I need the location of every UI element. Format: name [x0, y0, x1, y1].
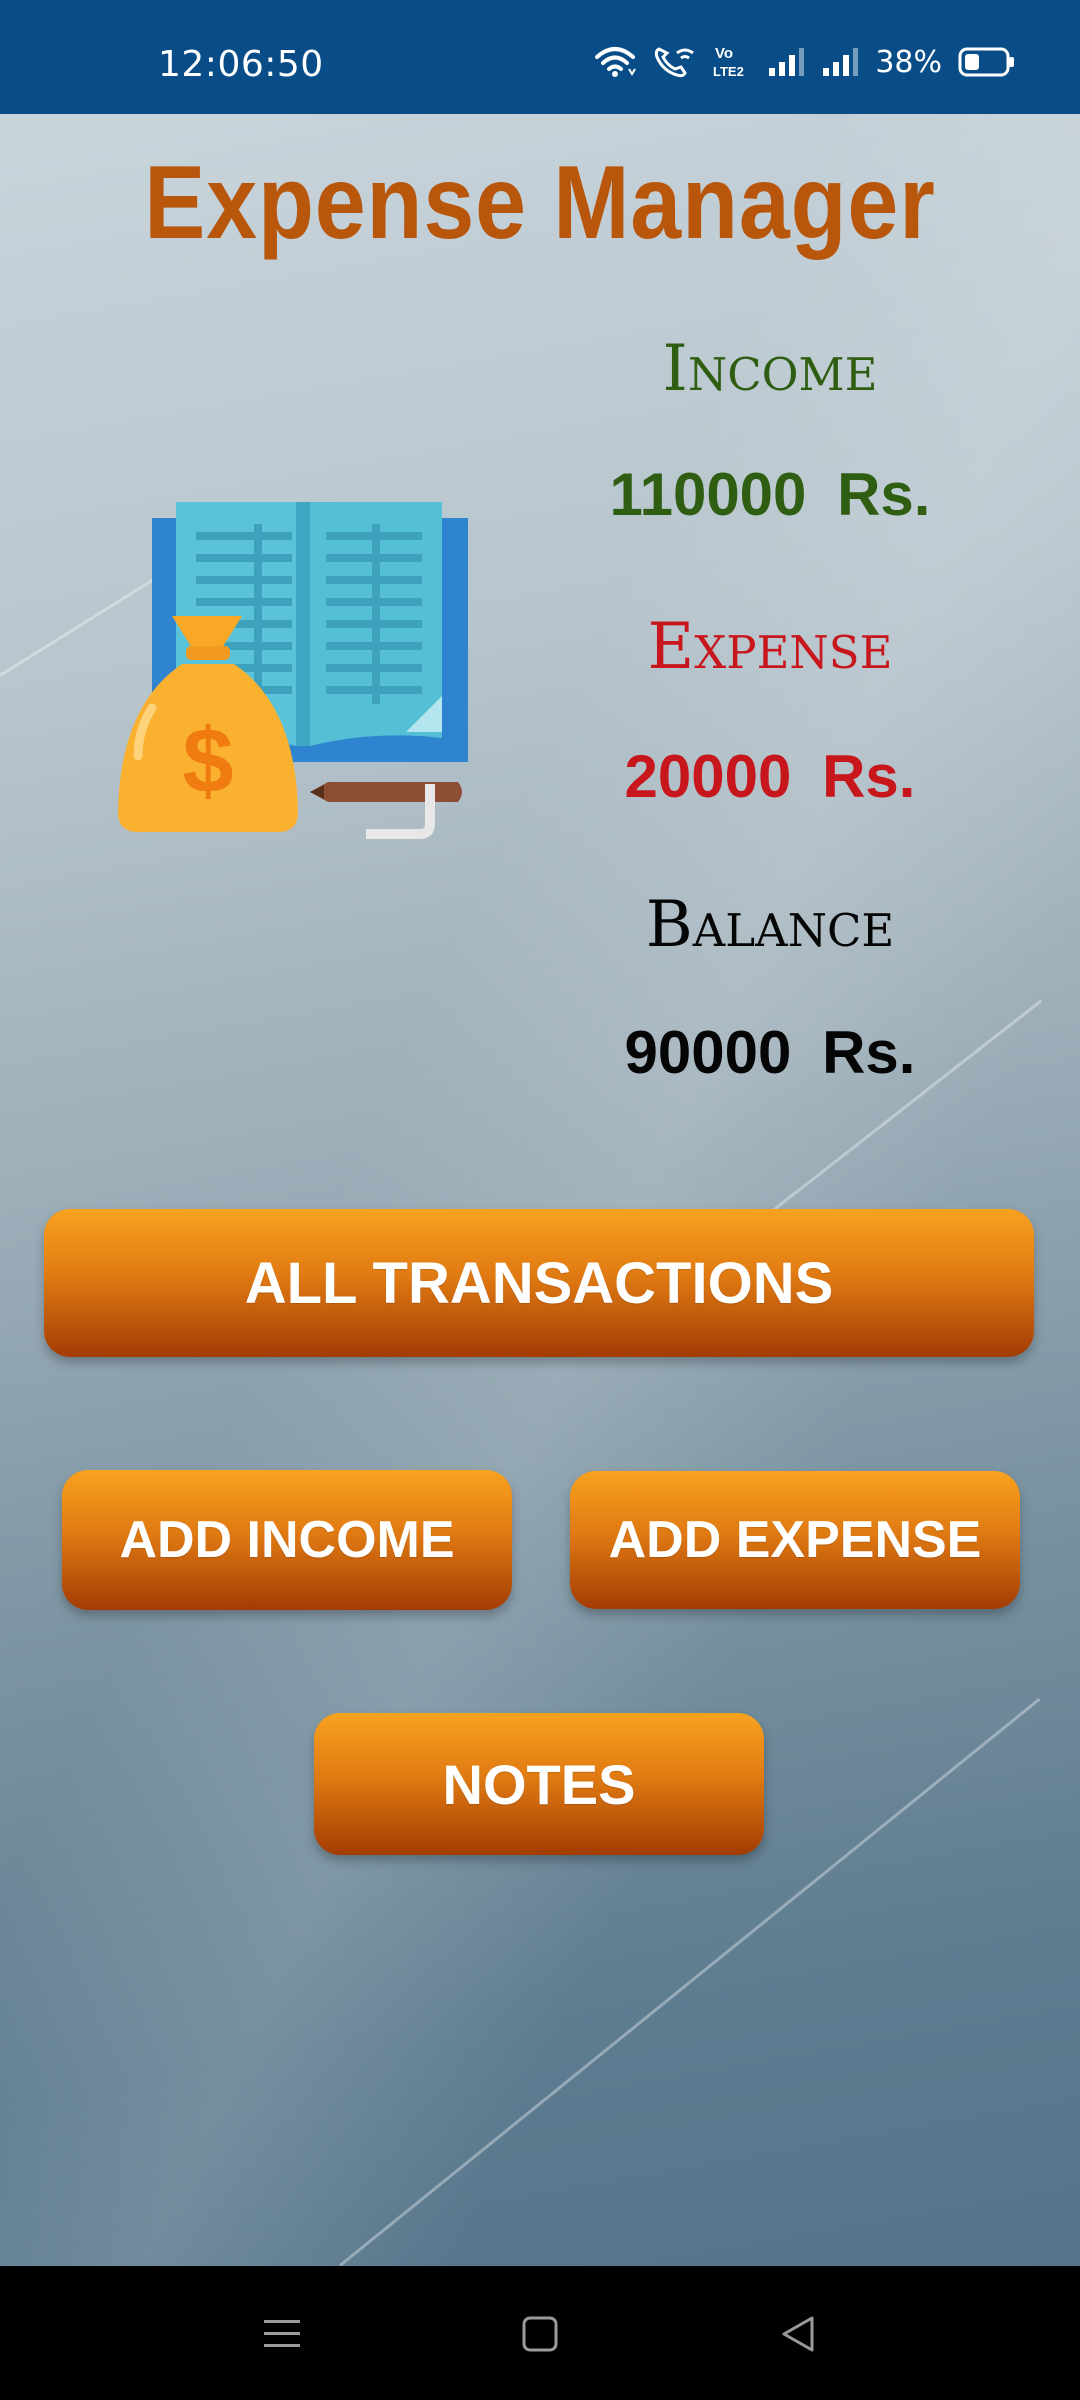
back-icon[interactable]	[774, 2310, 822, 2363]
wifi-calling-icon	[653, 45, 695, 79]
status-bar: 12:06:50 Vo LTE2 38%	[0, 0, 1080, 114]
volte-top-text: Vo	[715, 45, 733, 62]
add-expense-label: ADD EXPENSE	[608, 1511, 982, 1569]
battery-icon	[958, 46, 1016, 78]
balance-value: 90000 Rs.	[624, 1019, 916, 1086]
notes-label: NOTES	[442, 1752, 636, 1816]
volte-bottom-text: LTE2	[713, 64, 744, 79]
status-time: 12:06:50	[158, 44, 324, 85]
dollar-symbol: $	[182, 710, 233, 812]
volte-icon: Vo LTE2	[711, 44, 751, 80]
status-icons: Vo LTE2 38%	[593, 44, 1016, 80]
balance-label: Balance	[645, 888, 895, 962]
income-label: Income	[662, 332, 878, 406]
signal-icon	[767, 46, 805, 78]
add-income-label: ADD INCOME	[119, 1511, 455, 1569]
all-transactions-button[interactable]: ALL TRANSACTIONS	[44, 1209, 1034, 1357]
battery-fill	[965, 54, 979, 70]
app-title: Expense Manager	[144, 145, 936, 261]
add-expense-button[interactable]: ADD EXPENSE	[570, 1471, 1020, 1609]
main-screen: Expense Manager $ Income 110000 Rs. Expe…	[0, 114, 1080, 2266]
ledger-money-bag-icon: $	[110, 494, 490, 874]
expense-value: 20000 Rs.	[624, 743, 916, 810]
income-value: 110000 Rs.	[609, 461, 931, 528]
menu-icon[interactable]	[258, 2310, 306, 2363]
battery-percent: 38%	[875, 44, 942, 80]
add-income-button[interactable]: ADD INCOME	[62, 1470, 512, 1610]
signal-icon	[821, 46, 859, 78]
all-transactions-label: ALL TRANSACTIONS	[244, 1250, 834, 1316]
home-icon[interactable]	[516, 2310, 564, 2363]
background-sheen	[0, 114, 1080, 2266]
expense-label: Expense	[647, 610, 893, 684]
notes-button[interactable]: NOTES	[314, 1713, 764, 1855]
navigation-bar	[0, 2266, 1080, 2400]
wifi-icon	[593, 45, 637, 79]
